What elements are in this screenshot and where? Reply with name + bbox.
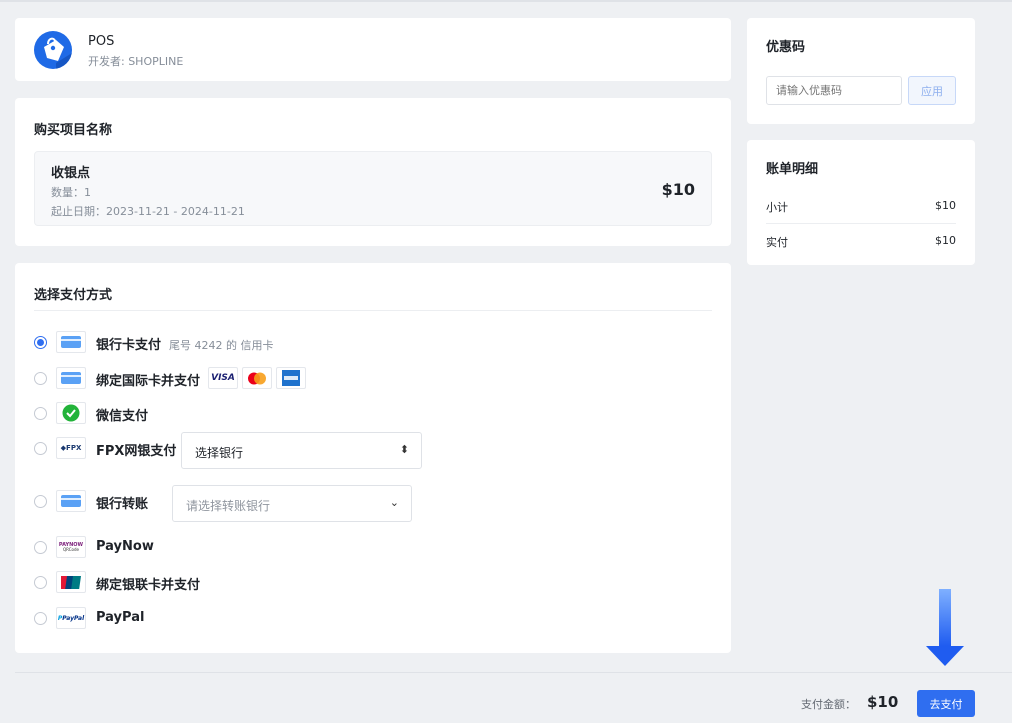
amex-icon (276, 367, 306, 389)
footer-divider (15, 672, 1012, 673)
radio-fpx[interactable] (34, 442, 47, 455)
item-price: $10 (661, 180, 695, 199)
app-card: POS 开发者: SHOPLINE (15, 18, 731, 81)
payment-option-international-card[interactable]: 绑定国际卡并支付 VISA (34, 367, 334, 389)
transfer-bank-select-placeholder: 请选择转账银行 (186, 499, 271, 513)
purchase-item: 收银点 数量：1 起止日期：2023-11-21 - 2024-11-21 $1… (34, 151, 712, 226)
wechat-pay-icon (56, 402, 86, 424)
paypal-icon-text: PayPal (62, 614, 85, 622)
radio-bank-card[interactable] (34, 336, 47, 349)
paid-row: 实付 $10 (766, 234, 956, 250)
subtotal-value: $10 (935, 199, 956, 212)
down-arrow-icon (926, 589, 964, 666)
radio-international-card[interactable] (34, 372, 47, 385)
unionpay-icon (56, 571, 86, 593)
app-developer: 开发者: SHOPLINE (88, 55, 184, 68)
payment-label: PayNow (96, 539, 154, 554)
app-name: POS (88, 34, 115, 49)
divider (34, 310, 712, 311)
credit-card-icon (56, 331, 86, 353)
total-label: 支付金额： (801, 698, 856, 711)
bill-title: 账单明细 (766, 162, 819, 177)
chevron-down-icon: ⌄ (389, 496, 399, 509)
fpx-bank-select-value: 选择银行 (195, 446, 244, 460)
purchase-card: 购买项目名称 收银点 数量：1 起止日期：2023-11-21 - 2024-1… (15, 98, 731, 246)
apply-coupon-button[interactable]: 应用 (908, 76, 956, 105)
bill-card: 账单明细 小计 $10 实付 $10 (747, 140, 975, 265)
payment-option-paynow[interactable]: PAYNOW QRCode PayNow (34, 536, 234, 558)
pos-app-logo-icon (34, 31, 72, 69)
payment-label: FPX网银支付 (96, 444, 177, 459)
fpx-icon: ◆FPX (56, 437, 86, 459)
paynow-icon-subtext: QRCode (63, 546, 79, 552)
pay-button[interactable]: 去支付 (917, 690, 975, 717)
radio-bank-transfer[interactable] (34, 495, 47, 508)
coupon-title: 优惠码 (766, 40, 806, 55)
divider (766, 223, 956, 224)
item-name: 收银点 (51, 166, 91, 181)
payment-label: 银行转账 (96, 497, 149, 512)
payment-option-paypal[interactable]: PPayPal PayPal (34, 607, 234, 629)
payment-label: 绑定银联卡并支付 (96, 578, 201, 593)
coupon-input[interactable] (766, 76, 902, 105)
fpx-bank-select[interactable]: 选择银行 ⬍ (181, 432, 422, 469)
payment-option-bank-card[interactable]: 银行卡支付 尾号 4242 的 信用卡 (34, 331, 434, 353)
transfer-bank-select[interactable]: 请选择转账银行 ⌄ (172, 485, 412, 522)
paypal-icon: PPayPal (56, 607, 86, 629)
payment-title: 选择支付方式 (34, 288, 113, 303)
coupon-card: 优惠码 应用 (747, 18, 975, 124)
purchase-title: 购买项目名称 (34, 123, 113, 138)
paid-value: $10 (935, 234, 956, 247)
payment-label: PayPal (96, 610, 145, 625)
payment-label: 银行卡支付 (96, 338, 162, 353)
payment-card: 选择支付方式 银行卡支付 尾号 4242 的 信用卡 绑定国际卡并支付 VISA … (15, 263, 731, 653)
card-tail-note: 尾号 4242 的 信用卡 (169, 339, 274, 352)
mastercard-icon (242, 367, 272, 389)
visa-icon: VISA (208, 367, 238, 389)
radio-wechat[interactable] (34, 407, 47, 420)
radio-paynow[interactable] (34, 541, 47, 554)
top-border (0, 0, 1012, 2)
total-value: $10 (867, 693, 899, 711)
item-date-range: 起止日期：2023-11-21 - 2024-11-21 (51, 205, 245, 218)
paid-label: 实付 (766, 236, 788, 249)
payment-label: 绑定国际卡并支付 (96, 374, 201, 389)
payment-label: 微信支付 (96, 409, 149, 424)
credit-card-icon (56, 490, 86, 512)
radio-paypal[interactable] (34, 612, 47, 625)
updown-chevron-icon: ⬍ (399, 443, 409, 456)
payment-option-unionpay[interactable]: 绑定银联卡并支付 (34, 571, 254, 593)
credit-card-icon (56, 367, 86, 389)
subtotal-row: 小计 $10 (766, 199, 956, 215)
item-quantity: 数量：1 (51, 186, 91, 199)
fpx-icon-text: FPX (66, 444, 82, 452)
payment-option-wechat[interactable]: 微信支付 (34, 402, 234, 424)
radio-unionpay[interactable] (34, 576, 47, 589)
subtotal-label: 小计 (766, 201, 788, 214)
paynow-icon: PAYNOW QRCode (56, 536, 86, 558)
